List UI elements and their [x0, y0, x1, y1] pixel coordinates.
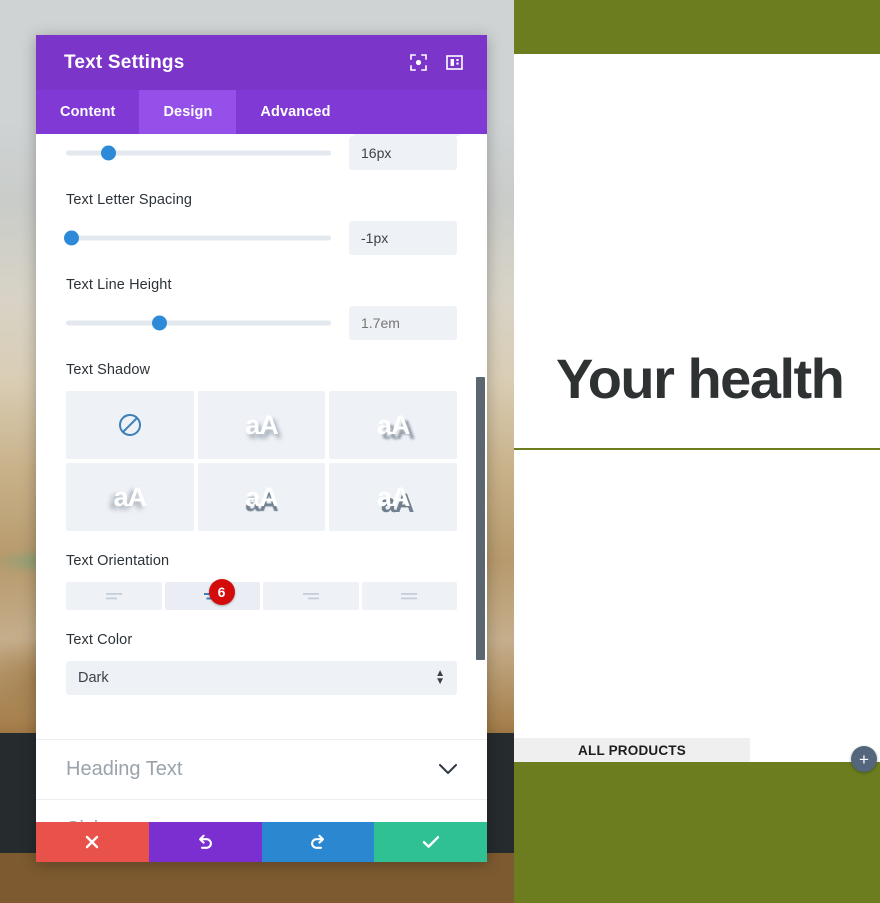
undo-icon: [199, 834, 213, 849]
text-color-label: Text Color: [66, 632, 133, 648]
text-orientation-align-center[interactable]: 6: [164, 579, 260, 610]
text-shadow-option-soft-down-left[interactable]: aA: [66, 463, 194, 531]
text-shadow-sample: aA: [245, 481, 279, 512]
modal-title: Text Settings: [64, 51, 185, 73]
close-icon: [86, 835, 99, 849]
cancel-button[interactable]: [36, 822, 149, 862]
text-shadow-sample: aA: [376, 409, 411, 440]
text-color-select-wrap: Dark ▲ ▼: [66, 661, 457, 695]
modal-tabs: Content Design Advanced: [36, 90, 487, 134]
text-shadow-option-soft-down-right[interactable]: aA: [197, 391, 326, 459]
text-size-slider[interactable]: [66, 136, 331, 170]
undo-button[interactable]: [148, 822, 262, 862]
text-shadow-label: Text Shadow: [66, 362, 151, 378]
text-size-input[interactable]: [349, 136, 457, 170]
align-left-icon: [105, 593, 122, 600]
panel-layout-icon[interactable]: [439, 48, 469, 78]
text-size-slider-knob[interactable]: [101, 145, 117, 161]
modal-scrollbar[interactable]: [476, 377, 485, 660]
align-right-icon: [302, 593, 319, 600]
letter-spacing-slider[interactable]: [64, 221, 331, 255]
letter-spacing-slider-knob[interactable]: [64, 230, 80, 246]
save-button[interactable]: [374, 822, 487, 862]
text-shadow-option-offset-solid[interactable]: aA: [329, 463, 457, 531]
modal-footer: [36, 822, 487, 862]
step-badge: 6: [208, 579, 235, 605]
hero-heading: Your health: [556, 347, 845, 410]
letter-spacing-row: [64, 221, 457, 255]
line-height-slider[interactable]: [66, 306, 331, 340]
redo-button[interactable]: [261, 822, 375, 862]
website-preview-panel: Your health ALL PRODUCTS +: [514, 0, 880, 903]
text-orientation-group: 6: [66, 579, 457, 610]
letter-spacing-label: Text Letter Spacing: [66, 192, 193, 208]
letter-spacing-slider-track: [66, 235, 331, 241]
text-shadow-sample: aA: [113, 481, 148, 512]
text-shadow-grid: aA aA aA aA aA: [66, 391, 457, 531]
line-height-row: [66, 306, 457, 340]
tab-advanced[interactable]: Advanced: [236, 90, 354, 134]
olive-footer-bar: [514, 762, 880, 903]
text-orientation-align-justify[interactable]: [361, 582, 457, 610]
add-module-button[interactable]: +: [851, 746, 877, 772]
no-shadow-icon: [118, 414, 141, 436]
text-shadow-option-tight-down[interactable]: aA: [197, 463, 326, 531]
modal-body: Text Letter Spacing Text Line Height: [36, 134, 487, 822]
text-color-select[interactable]: Dark: [66, 661, 457, 695]
text-size-row: [66, 136, 457, 170]
text-shadow-sample: aA: [376, 481, 411, 512]
line-height-slider-track: [66, 320, 331, 326]
line-height-label: Text Line Height: [66, 277, 172, 293]
line-height-input[interactable]: [349, 306, 457, 340]
accordion-sizing[interactable]: Sizing: [36, 799, 487, 822]
modal-header: Text Settings: [36, 35, 487, 90]
text-settings-modal: Text Settings Content Design Advanced 16…: [36, 35, 487, 862]
olive-header-bar: [514, 0, 880, 54]
tab-content[interactable]: Content: [36, 90, 139, 134]
align-justify-icon: [401, 593, 418, 600]
tab-design[interactable]: Design: [139, 90, 237, 134]
check-icon: [422, 836, 439, 848]
screen: ck o ove t Your health ALL PRODUCTS + Te…: [0, 0, 880, 903]
accordion-sizing-label: Sizing: [66, 818, 120, 822]
text-shadow-option-hard-down-right[interactable]: aA: [329, 391, 457, 459]
redo-icon: [310, 834, 324, 849]
text-shadow-sample: aA: [245, 409, 279, 440]
text-orientation-align-left[interactable]: [66, 582, 162, 610]
text-shadow-option-none[interactable]: [66, 391, 194, 459]
text-orientation-label: Text Orientation: [66, 553, 170, 569]
text-orientation-align-right[interactable]: [263, 582, 359, 610]
accordion-heading-text-label: Heading Text: [66, 758, 183, 780]
focus-target-icon[interactable]: [403, 48, 433, 78]
chevron-down-icon: [439, 764, 457, 774]
line-height-slider-knob[interactable]: [151, 315, 167, 331]
all-products-button[interactable]: ALL PRODUCTS: [514, 738, 750, 762]
accordion-heading-text[interactable]: Heading Text: [36, 739, 487, 799]
letter-spacing-input[interactable]: [349, 221, 457, 255]
